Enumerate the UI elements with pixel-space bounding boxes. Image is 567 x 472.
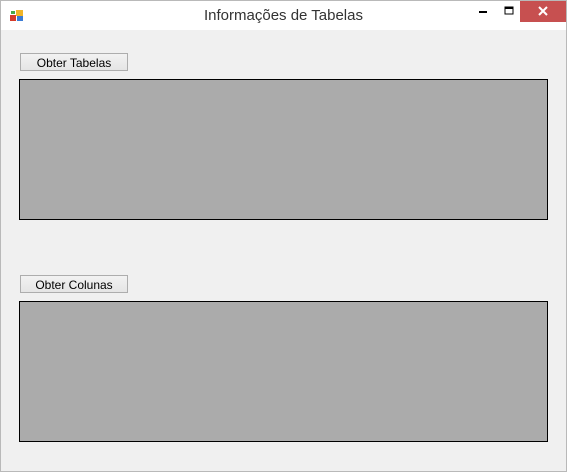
close-icon (537, 3, 549, 21)
title-bar[interactable]: Informações de Tabelas (1, 1, 566, 30)
minimize-icon (478, 3, 488, 21)
minimize-button[interactable] (470, 1, 496, 22)
get-columns-button[interactable]: Obter Colunas (20, 275, 128, 293)
tables-grid[interactable] (19, 79, 548, 220)
form-client-area: Obter Tabelas Obter Colunas (9, 30, 558, 462)
columns-grid[interactable] (19, 301, 548, 442)
maximize-icon (504, 3, 514, 21)
get-tables-button[interactable]: Obter Tabelas (20, 53, 128, 71)
app-window: Informações de Tabelas Obter Tabelas Obt… (0, 0, 567, 472)
maximize-button[interactable] (496, 1, 522, 22)
close-button[interactable] (520, 1, 566, 22)
